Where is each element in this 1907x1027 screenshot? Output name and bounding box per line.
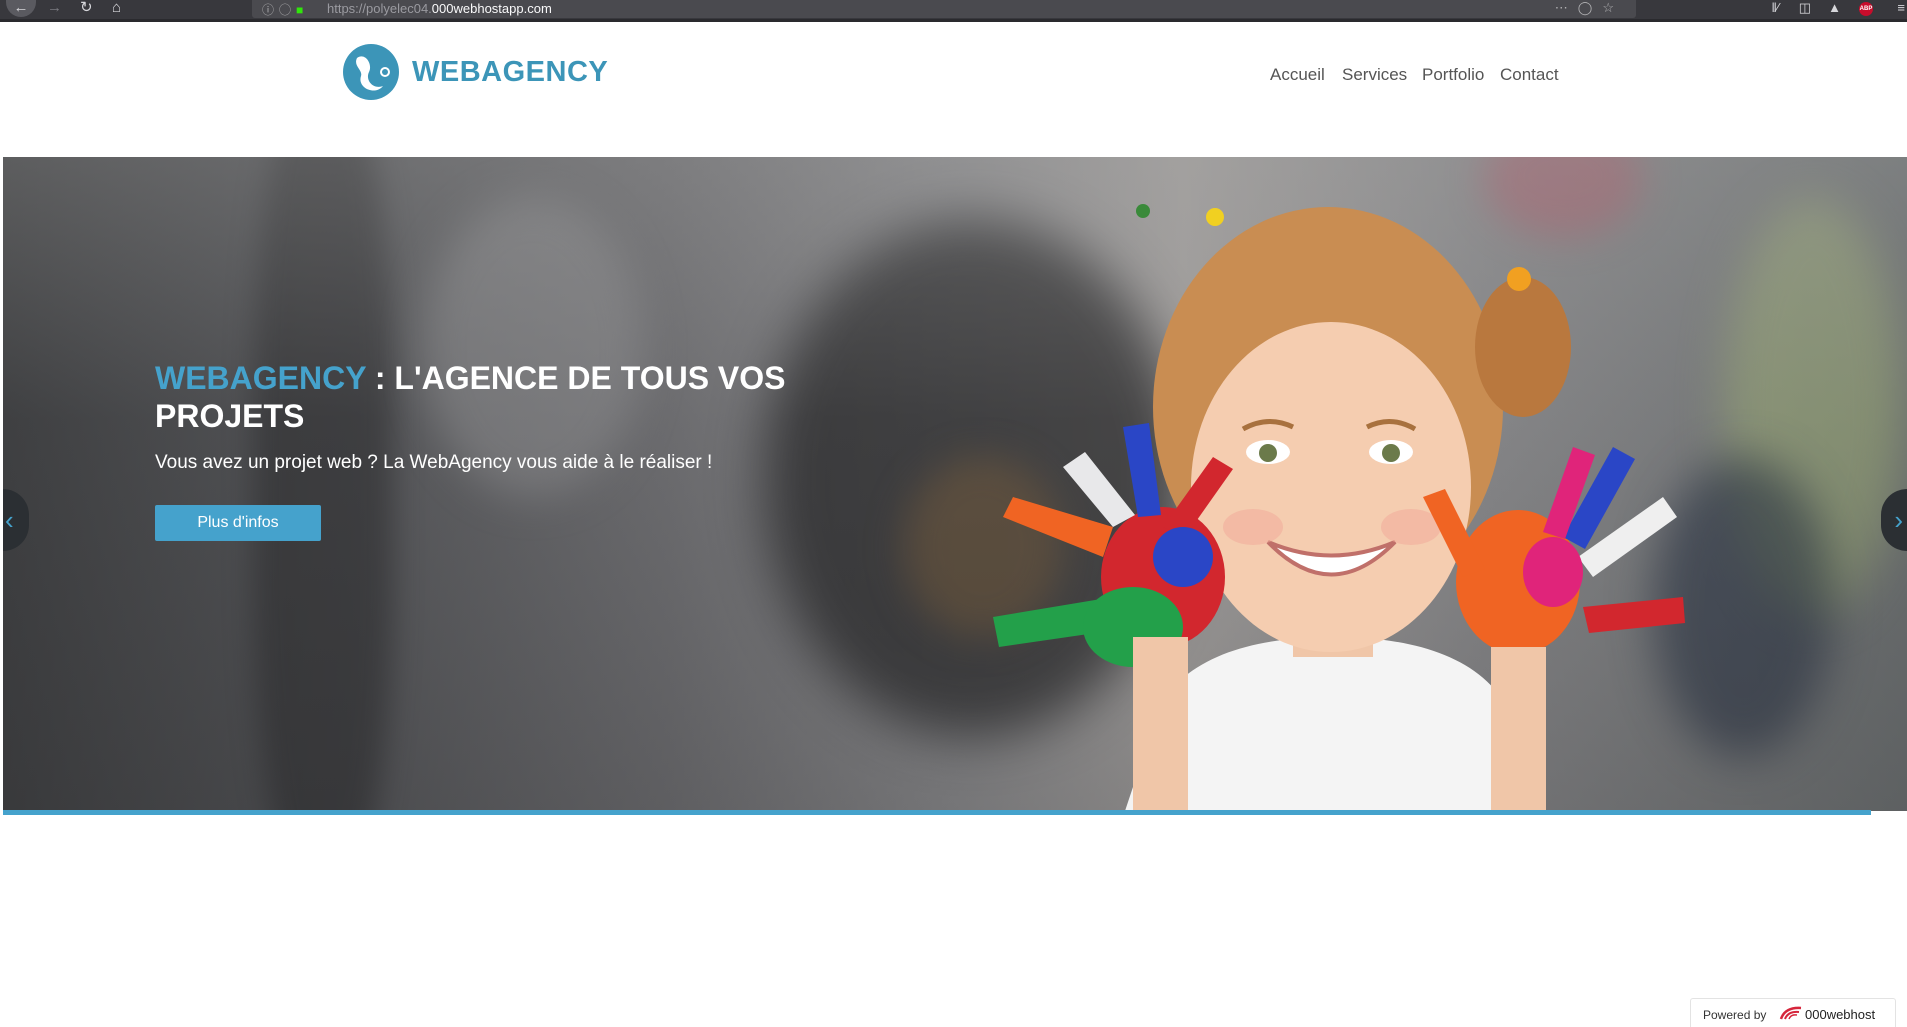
browser-toolbar: ← → ↻ ⌂ ⓘ◯■ https://polyelec04.000webhos… [0,0,1907,22]
site-info-icon[interactable]: ⓘ◯■ [262,1,308,18]
menu-icon[interactable]: ≡ [1897,0,1905,15]
tracking-shield-icon: ◯ [279,3,297,17]
nav-services[interactable]: Services [1342,65,1407,85]
nav-contact[interactable]: Contact [1500,65,1559,85]
logo-text: WEBAGENCY [412,56,609,88]
address-bar[interactable]: ⓘ◯■ https://polyelec04.000webhostapp.com… [252,0,1636,18]
reload-button[interactable]: ↻ [80,0,93,20]
badge-prefix: Powered by [1703,1008,1767,1022]
adblock-icon[interactable]: ABP [1859,2,1873,16]
badge-name: 000webhost [1805,1007,1876,1022]
logo-mark-icon [343,44,399,100]
library-icon[interactable]: ‖∕ [1771,0,1779,15]
hero-subtitle: Vous avez un projet web ? La WebAgency v… [155,452,713,473]
bookmark-star-icon[interactable]: ☆ [1602,0,1624,15]
hero-photo-girl-painted-hands [993,204,1685,811]
nav-accueil[interactable]: Accueil [1270,65,1325,85]
hero-title: WEBAGENCY : L'AGENCE DE TOUS VOS PROJETS [155,359,855,435]
back-button[interactable]: ← [6,0,36,17]
hero-title-brand: WEBAGENCY [155,360,366,396]
arrow-left-icon: ← [13,0,29,16]
url-text: https://polyelec04.000webhostapp.com [327,1,552,16]
pocket-icon[interactable]: ◯ [1578,0,1603,15]
forward-button[interactable]: → [47,0,62,20]
extension-icon[interactable]: ▲ [1828,0,1841,15]
chevron-right-icon: › [1894,505,1903,535]
lock-icon: ■ [296,3,309,17]
home-button[interactable]: ⌂ [112,0,121,20]
hero-slider: WEBAGENCY : L'AGENCE DE TOUS VOS PROJETS… [3,157,1907,811]
chevron-left-icon: ‹ [5,505,14,535]
home-icon: ⌂ [112,0,122,16]
reload-icon: ↻ [80,0,93,16]
nav-portfolio[interactable]: Portfolio [1422,65,1484,85]
page-actions: ⋯◯☆ [1555,0,1624,16]
slider-progress-bar [3,810,1871,815]
site-header: WEBAGENCY Accueil Services Portfolio Con… [0,25,1907,157]
more-actions-icon[interactable]: ⋯ [1555,0,1578,15]
sidebar-icon[interactable]: ◫ [1799,0,1811,16]
more-info-button[interactable]: Plus d'infos [155,505,321,541]
000webhost-logo-icon [1779,1006,1802,1020]
arrow-right-icon: → [47,0,62,16]
powered-by-badge[interactable]: Powered by 000webhost [1690,998,1896,1027]
